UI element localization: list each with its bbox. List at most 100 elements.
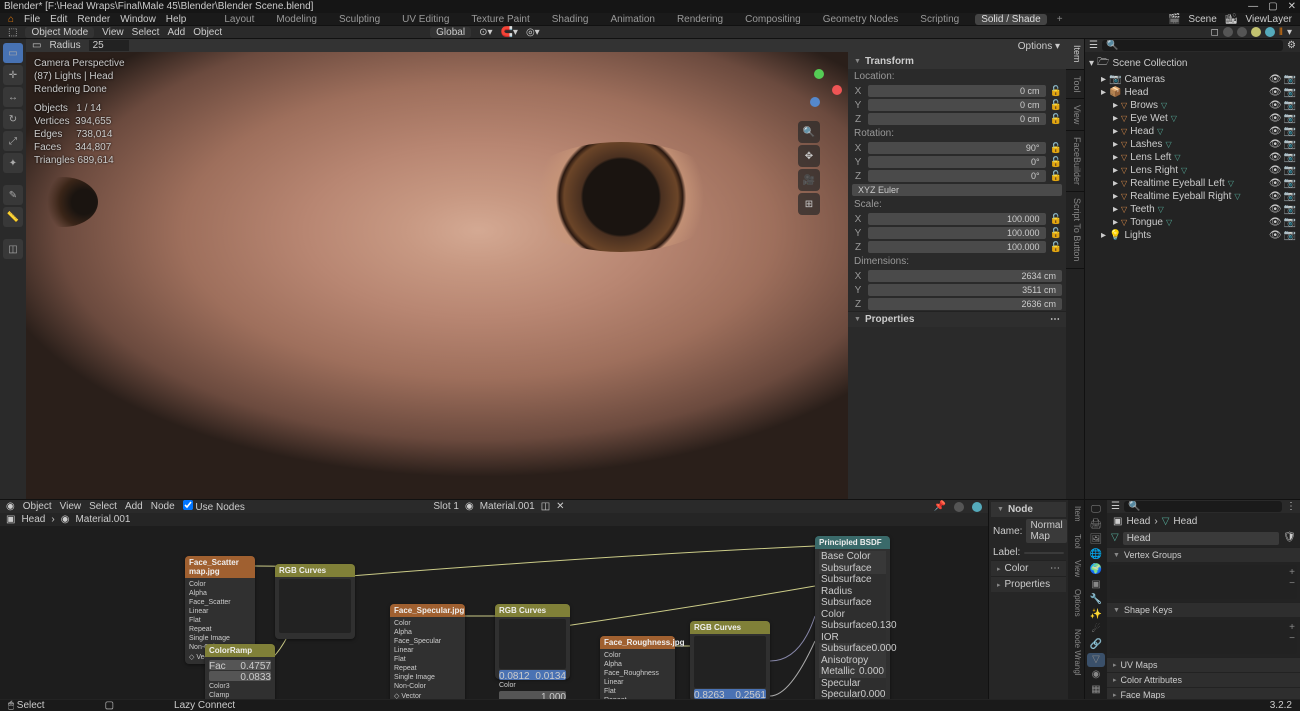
ws-render[interactable]: Rendering [671, 14, 729, 25]
tool-measure[interactable]: 📏 [3, 207, 23, 227]
node-name-field[interactable]: Normal Map [1026, 519, 1066, 543]
loc-y[interactable]: 0 cm [868, 99, 1046, 111]
pan-icon[interactable]: ✥ [798, 145, 820, 167]
tree-item[interactable]: ▸▽Lens Right▽👁📷 [1087, 164, 1298, 177]
blender-icon[interactable]: ⌂ [8, 14, 14, 25]
pin-icon[interactable]: 📌 [934, 501, 946, 512]
tool-move[interactable]: ↔ [3, 87, 23, 107]
menu-file[interactable]: File [24, 14, 40, 25]
nvt-tool[interactable]: Tool [1068, 528, 1084, 555]
slot-selector[interactable]: Slot 1 [433, 501, 459, 512]
nvt-nw[interactable]: Node Wrangl [1068, 623, 1084, 682]
ws-sculpting[interactable]: Sculpting [333, 14, 386, 25]
tree-item[interactable]: ▸▽Realtime Eyeball Right▽👁📷 [1087, 190, 1298, 203]
menu-object[interactable]: Object [193, 27, 222, 38]
pi-physics[interactable]: ☄ [1087, 623, 1105, 637]
lock-icon[interactable]: 🔓 [1050, 114, 1062, 125]
overlay-toggle[interactable]: ◻ [1211, 27, 1219, 38]
pi-world[interactable]: 🌍 [1087, 562, 1105, 576]
ws-geo[interactable]: Geometry Nodes [817, 14, 905, 25]
persp-icon[interactable]: ⊞ [798, 193, 820, 215]
nvt-opt[interactable]: Options [1068, 583, 1084, 623]
ne-view[interactable]: View [60, 501, 82, 512]
pi-modifier[interactable]: 🔧 [1087, 592, 1105, 606]
lock-icon[interactable]: 🔓 [1050, 242, 1062, 253]
sec-color-attr[interactable]: Color Attributes [1107, 672, 1300, 687]
sec-vertex-groups[interactable]: Vertex Groups [1107, 547, 1300, 562]
menu-help[interactable]: Help [166, 14, 187, 25]
outliner-tree[interactable]: ▾🗁Scene Collection▸📷Cameras👁📷▸📦Head👁📷▸▽B… [1085, 52, 1300, 244]
axis-x[interactable] [832, 85, 842, 95]
shade-matpreview[interactable] [1251, 27, 1261, 37]
lock-icon[interactable]: 🔓 [1050, 171, 1062, 182]
shape-keys-list[interactable]: +− [1110, 620, 1297, 654]
tool-scale[interactable]: ⤢ [3, 131, 23, 151]
bc-obj[interactable]: Head [21, 514, 45, 525]
tool-cursor[interactable]: ✛ [3, 65, 23, 85]
sec-shape-keys[interactable]: Shape Keys [1107, 602, 1300, 617]
bc-mat[interactable]: Material.001 [75, 514, 130, 525]
fake-user-icon[interactable]: 🛡 [1283, 532, 1296, 545]
tab-facebuilder[interactable]: FaceBuilder [1066, 131, 1084, 192]
menu-select[interactable]: Select [132, 27, 160, 38]
ws-modeling[interactable]: Modeling [270, 14, 323, 25]
options-dropdown[interactable]: Options ▾ [1018, 41, 1060, 52]
node-rough-image[interactable]: Face_Roughness.jpg ColorAlphaFace_Roughn… [600, 636, 675, 699]
sec-facemaps[interactable]: Face Maps [1107, 687, 1300, 699]
pi-output[interactable]: 🖨 [1087, 517, 1105, 531]
shade-solid[interactable] [1237, 27, 1247, 37]
ws-solidshade[interactable]: Solid / Shade [975, 14, 1047, 25]
properties-panel-header[interactable]: Properties⋯ [848, 312, 1066, 327]
filter-icon[interactable]: ⚙ [1287, 40, 1296, 51]
pi-particles[interactable]: ✨ [1087, 608, 1105, 622]
nvt-item[interactable]: Item [1068, 500, 1084, 528]
node-rgb2[interactable]: RGB Curves 0.08120.0134 Color 1.000 [495, 604, 570, 679]
dim-x[interactable]: 2634 cm [868, 270, 1062, 282]
minimize-icon[interactable]: — [1248, 1, 1258, 12]
tree-item[interactable]: ▸📷Cameras👁📷 [1087, 73, 1298, 86]
pi-object[interactable]: ▣ [1087, 577, 1105, 591]
props-search[interactable] [1124, 501, 1282, 512]
outliner-search[interactable] [1102, 40, 1283, 51]
ws-layout[interactable]: Layout [218, 14, 260, 25]
editor-type-icon[interactable]: ◉ [6, 501, 15, 512]
shading-dropdown-icon[interactable]: ▾ [1287, 27, 1292, 38]
node-rgb1[interactable]: RGB Curves [275, 564, 355, 639]
scale-x[interactable]: 100.000 [868, 213, 1046, 225]
viewlayer-icon[interactable]: 🏙 [1225, 14, 1238, 25]
tree-item[interactable]: ▸▽Head▽👁📷 [1087, 125, 1298, 138]
scene-icon[interactable]: 🎬 [1168, 14, 1180, 25]
rot-mode[interactable]: XYZ Euler [852, 184, 1062, 196]
nvt-view[interactable]: View [1068, 554, 1084, 583]
ws-anim[interactable]: Animation [604, 14, 660, 25]
lock-icon[interactable]: 🔓 [1050, 100, 1062, 111]
mode-selector[interactable]: Object Mode [25, 27, 94, 38]
lock-icon[interactable]: 🔓 [1050, 228, 1062, 239]
loc-x[interactable]: 0 cm [868, 85, 1046, 97]
shade-wire[interactable] [1223, 27, 1233, 37]
node-spec-image[interactable]: Face_Specular.jpg ColorAlphaFace_Specula… [390, 604, 465, 699]
tree-item[interactable]: ▸▽Tongue▽👁📷 [1087, 216, 1298, 229]
tree-item[interactable]: ▸▽Eye Wet▽👁📷 [1087, 112, 1298, 125]
tool-annotate[interactable]: ✎ [3, 185, 23, 205]
viewport[interactable]: ▭ Radius Camera Perspective (87) Lights … [26, 39, 848, 499]
tab-item[interactable]: Item [1066, 39, 1084, 70]
axis-y[interactable] [814, 69, 824, 79]
node-bsdf[interactable]: Principled BSDF Base ColorSubsurfaceSubs… [815, 536, 890, 699]
np-node-header[interactable]: Node [991, 502, 1066, 517]
pi-scene[interactable]: 🌐 [1087, 547, 1105, 561]
nav-gizmo[interactable] [798, 69, 842, 113]
viewlayer-selector[interactable]: ViewLayer [1245, 14, 1292, 25]
props-options-icon[interactable]: ⋮ [1286, 501, 1296, 512]
ne-add[interactable]: Add [125, 501, 143, 512]
outliner-type-icon[interactable]: ☰ [1089, 40, 1098, 51]
lock-icon[interactable]: 🔓 [1050, 214, 1062, 225]
menu-render[interactable]: Render [77, 14, 110, 25]
lock-icon[interactable]: 🔓 [1050, 157, 1062, 168]
shade-rendered[interactable] [1265, 27, 1275, 37]
node-canvas[interactable]: Face_Scatter map.jpg ColorAlphaFace_Scat… [0, 526, 988, 699]
use-nodes-check[interactable]: Use Nodes [183, 500, 245, 513]
tree-item[interactable]: ▸▽Teeth▽👁📷 [1087, 203, 1298, 216]
transform-header[interactable]: Transform [848, 54, 1066, 69]
maximize-icon[interactable]: ▢ [1268, 1, 1277, 12]
